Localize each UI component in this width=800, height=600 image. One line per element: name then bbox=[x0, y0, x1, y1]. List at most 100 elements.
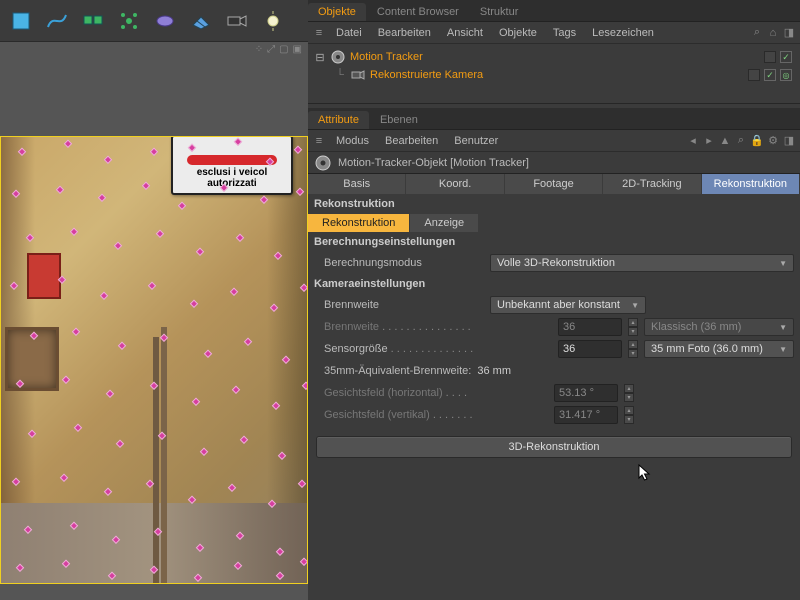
row-sensor: Sensorgröße . . . . . . . . . . . . . . … bbox=[308, 338, 800, 360]
tool-array[interactable] bbox=[76, 4, 110, 38]
sub-tab-rekon[interactable]: Rekonstruktion bbox=[308, 214, 410, 232]
home-icon[interactable]: ⌂ bbox=[766, 26, 780, 40]
menu-objekte[interactable]: Objekte bbox=[493, 27, 543, 39]
tree-row-motion-tracker[interactable]: ⊟ Motion Tracker ✓ bbox=[310, 48, 798, 66]
tool-spline[interactable] bbox=[40, 4, 74, 38]
select-sensor-preset[interactable]: 35 mm Foto (36.0 mm)▼ bbox=[644, 340, 794, 358]
spinner: ▴▾ bbox=[624, 406, 634, 424]
scene-red-box bbox=[27, 253, 61, 299]
label-focal-mode: Brennweite bbox=[324, 299, 484, 311]
menu-modus[interactable]: Modus bbox=[330, 135, 375, 147]
tab-attribute[interactable]: Attribute bbox=[308, 111, 369, 129]
hamburger-icon[interactable]: ≡ bbox=[312, 134, 326, 148]
chevron-down-icon: ▼ bbox=[631, 301, 639, 310]
menu-bearbeiten2[interactable]: Bearbeiten bbox=[379, 135, 444, 147]
row-equiv: 35mm-Äquivalent-Brennweite: 36 mm bbox=[308, 360, 800, 382]
viewport-pane: ⁘ ⤢ ▢ ▣ esclusi i veicol autorizzati bbox=[0, 0, 308, 600]
select-calc-mode[interactable]: Volle 3D-Rekonstruktion▼ bbox=[490, 254, 794, 272]
up-icon[interactable]: ▲ bbox=[718, 134, 732, 148]
row-fov-v: Gesichtsfeld (vertikal) . . . . . . . 31… bbox=[308, 404, 800, 426]
square2-icon[interactable]: ▣ bbox=[293, 44, 302, 56]
attr-tab-2d[interactable]: 2D-Tracking bbox=[603, 174, 701, 194]
enable-toggle-icon[interactable]: ✓ bbox=[780, 51, 792, 63]
expand-icon[interactable]: ⤢ bbox=[267, 44, 275, 56]
object-tree[interactable]: ⊟ Motion Tracker ✓ └ Rekonstruierte Kame… bbox=[308, 44, 800, 104]
menu-bearbeiten[interactable]: Bearbeiten bbox=[372, 27, 437, 39]
tree-row-camera[interactable]: └ Rekonstruierte Kamera ✓ ◎ bbox=[310, 66, 798, 84]
chevron-down-icon: ▼ bbox=[779, 259, 787, 268]
group-calc: Berechnungseinstellungen bbox=[308, 232, 800, 252]
select-focal-mode[interactable]: Unbekannt aber konstant▼ bbox=[490, 296, 646, 314]
vis-toggle-icon[interactable] bbox=[764, 51, 776, 63]
chevron-down-icon: ▼ bbox=[779, 345, 787, 354]
section-title: Rekonstruktion bbox=[308, 194, 800, 214]
label-equiv: 35mm-Äquivalent-Brennweite: bbox=[324, 365, 471, 377]
toolbar bbox=[0, 0, 308, 42]
attr-tab-footage[interactable]: Footage bbox=[505, 174, 603, 194]
tab-struktur[interactable]: Struktur bbox=[470, 3, 529, 21]
menu-benutzer[interactable]: Benutzer bbox=[448, 135, 504, 147]
sub-tabs: Rekonstruktion Anzeige bbox=[308, 214, 800, 232]
attr-object-header: Motion-Tracker-Objekt [Motion Tracker] bbox=[308, 152, 800, 174]
hamburger-icon[interactable]: ≡ bbox=[312, 26, 326, 40]
sub-tab-anzeige[interactable]: Anzeige bbox=[410, 214, 479, 232]
camera-icon bbox=[350, 67, 366, 83]
button-3d-rekon[interactable]: 3D-Rekonstruktion bbox=[316, 436, 792, 458]
menu-datei[interactable]: Datei bbox=[330, 27, 368, 39]
obj-label[interactable]: Motion Tracker bbox=[350, 51, 423, 63]
attr-tabs: Basis Koord. Footage 2D-Tracking Rekonst… bbox=[308, 174, 800, 194]
motion-tracker-icon bbox=[314, 154, 332, 172]
gear-icon[interactable]: ⚙ bbox=[766, 134, 780, 148]
spinner[interactable]: ▴▾ bbox=[628, 340, 638, 358]
enable-toggle-icon[interactable]: ✓ bbox=[764, 69, 776, 81]
popout2-icon[interactable]: ◨ bbox=[782, 134, 796, 148]
input-fov-v: 31.417 ° bbox=[554, 406, 618, 424]
input-focal: 36 bbox=[558, 318, 622, 336]
back-icon[interactable]: ◂ bbox=[686, 134, 700, 148]
lock-icon[interactable]: 🔒 bbox=[750, 134, 764, 148]
vis-toggle-icon[interactable] bbox=[748, 69, 760, 81]
input-sensor[interactable]: 36 bbox=[558, 340, 622, 358]
tool-light[interactable] bbox=[256, 4, 290, 38]
target-icon[interactable]: ◎ bbox=[780, 69, 792, 81]
attr-tab-rekon[interactable]: Rekonstruktion bbox=[702, 174, 800, 194]
menu-lesezeichen[interactable]: Lesezeichen bbox=[586, 27, 660, 39]
obj-label[interactable]: Rekonstruierte Kamera bbox=[370, 69, 483, 81]
expander-icon[interactable]: ⊟ bbox=[314, 51, 326, 64]
attr-manager-tabs: Attribute Ebenen bbox=[308, 108, 800, 130]
row-fov-h: Gesichtsfeld (horizontal) . . . . 53.13 … bbox=[308, 382, 800, 404]
menu-ansicht[interactable]: Ansicht bbox=[441, 27, 489, 39]
label-fov-h: Gesichtsfeld (horizontal) bbox=[324, 387, 443, 399]
tab-content-browser[interactable]: Content Browser bbox=[367, 3, 469, 21]
select-focal-preset: Klassisch (36 mm)▼ bbox=[644, 318, 794, 336]
square-icon[interactable]: ▢ bbox=[279, 44, 288, 56]
motion-tracker-icon bbox=[330, 49, 346, 65]
row-calc-mode: Berechnungsmodus Volle 3D-Rekonstruktion… bbox=[308, 252, 800, 274]
label-calc-mode: Berechnungsmodus bbox=[324, 257, 484, 269]
popout-icon[interactable]: ◨ bbox=[782, 26, 796, 40]
fwd-icon[interactable]: ▸ bbox=[702, 134, 716, 148]
value-equiv: 36 mm bbox=[477, 365, 511, 377]
viewport-extra-icons: ⁘ ⤢ ▢ ▣ bbox=[0, 42, 308, 58]
menu-tags[interactable]: Tags bbox=[547, 27, 582, 39]
label-fov-v: Gesichtsfeld (vertikal) bbox=[324, 409, 430, 421]
tool-cloner[interactable] bbox=[112, 4, 146, 38]
tool-deformer[interactable] bbox=[148, 4, 182, 38]
tool-camera[interactable] bbox=[220, 4, 254, 38]
attr-tab-koord[interactable]: Koord. bbox=[406, 174, 504, 194]
label-focal: Brennweite bbox=[324, 321, 379, 333]
tree-line-icon: └ bbox=[334, 69, 346, 81]
tool-cube[interactable] bbox=[4, 4, 38, 38]
obj-manager-tabs: Objekte Content Browser Struktur bbox=[308, 0, 800, 22]
search2-icon[interactable]: ⌕ bbox=[734, 134, 748, 148]
viewport[interactable]: esclusi i veicol autorizzati bbox=[0, 136, 308, 584]
spinner: ▴▾ bbox=[628, 318, 638, 336]
tool-floor[interactable] bbox=[184, 4, 218, 38]
search-icon[interactable]: ⌕ bbox=[750, 26, 764, 40]
tab-objekte[interactable]: Objekte bbox=[308, 3, 366, 21]
tab-ebenen[interactable]: Ebenen bbox=[370, 111, 428, 129]
spinner: ▴▾ bbox=[624, 384, 634, 402]
input-fov-h: 53.13 ° bbox=[554, 384, 618, 402]
dots-icon[interactable]: ⁘ bbox=[255, 44, 263, 56]
attr-tab-basis[interactable]: Basis bbox=[308, 174, 406, 194]
